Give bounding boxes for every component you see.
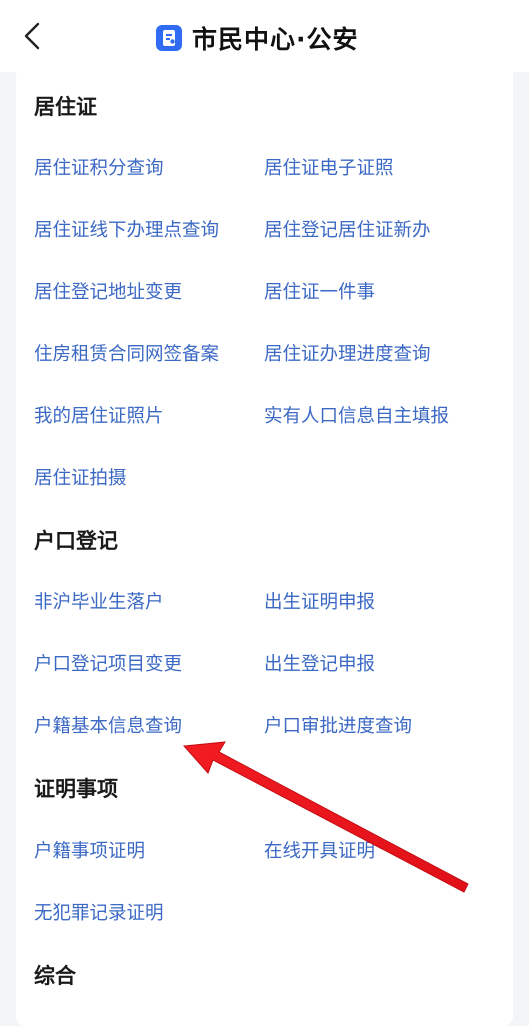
document-icon xyxy=(156,25,182,51)
service-link[interactable]: 居住证一件事 xyxy=(264,279,375,307)
top-nav-bar: 市民中心·公安 xyxy=(0,0,529,72)
service-link[interactable]: 我的居住证照片 xyxy=(34,403,164,431)
back-button[interactable] xyxy=(14,20,50,56)
service-link[interactable]: 居住证积分查询 xyxy=(34,155,164,183)
service-link[interactable]: 住房租赁合同网签备案 xyxy=(34,341,219,369)
service-link[interactable]: 在线开具证明 xyxy=(264,838,375,866)
chevron-left-icon xyxy=(23,21,41,55)
section-title-residence-permit: 居住证 xyxy=(34,95,97,119)
service-link[interactable]: 居住登记地址变更 xyxy=(34,279,182,307)
service-link[interactable]: 出生证明申报 xyxy=(264,589,375,617)
section-title-certificates: 证明事项 xyxy=(34,777,118,801)
page-title: 市民中心·公安 xyxy=(192,25,359,54)
section-title-general: 综合 xyxy=(34,964,76,988)
service-link[interactable]: 居住证办理进度查询 xyxy=(264,341,431,369)
section-title-household-registration: 户口登记 xyxy=(34,529,118,553)
service-link[interactable]: 无犯罪记录证明 xyxy=(34,900,164,928)
service-link[interactable]: 户口审批进度查询 xyxy=(264,713,412,741)
service-link[interactable]: 居住登记居住证新办 xyxy=(264,217,431,245)
title-group: 市民中心·公安 xyxy=(156,20,359,56)
services-card: 居住证 居住证积分查询 居住证电子证照 居住证线下办理点查询 居住登记居住证新办… xyxy=(16,66,513,1026)
service-link[interactable]: 居住证线下办理点查询 xyxy=(34,217,219,245)
service-link[interactable]: 居住证拍摄 xyxy=(34,465,127,493)
service-link[interactable]: 实有人口信息自主填报 xyxy=(264,403,449,431)
service-link[interactable]: 出生登记申报 xyxy=(264,651,375,679)
service-link[interactable]: 非沪毕业生落户 xyxy=(34,589,164,617)
service-link-household-info-query[interactable]: 户籍基本信息查询 xyxy=(34,713,182,741)
service-link[interactable]: 户籍事项证明 xyxy=(34,838,145,866)
service-link[interactable]: 户口登记项目变更 xyxy=(34,651,182,679)
service-link[interactable]: 居住证电子证照 xyxy=(264,155,394,183)
